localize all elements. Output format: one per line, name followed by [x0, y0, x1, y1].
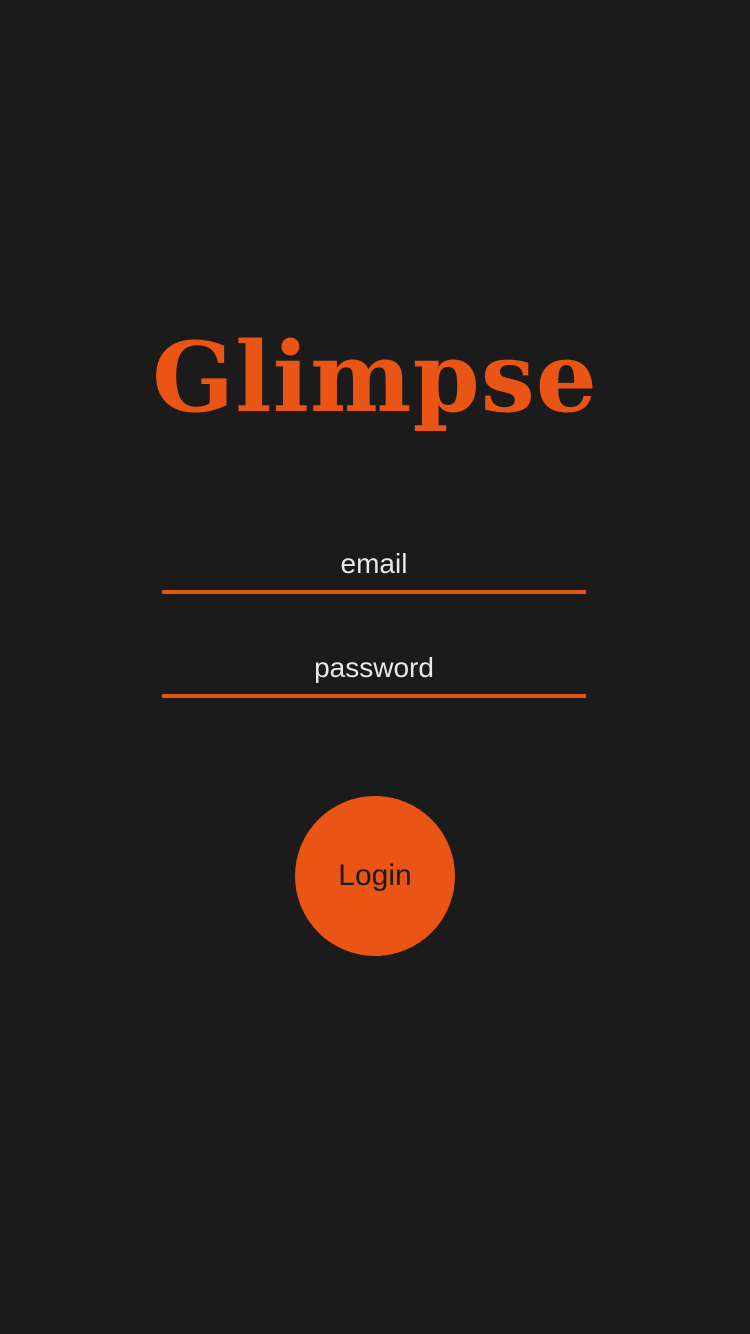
- app-title: Glimpse: [152, 321, 598, 434]
- email-field-container: [162, 530, 586, 594]
- email-field[interactable]: [162, 530, 586, 590]
- login-button[interactable]: Login: [295, 796, 455, 956]
- password-field-container: [162, 634, 586, 698]
- password-field[interactable]: [162, 634, 586, 694]
